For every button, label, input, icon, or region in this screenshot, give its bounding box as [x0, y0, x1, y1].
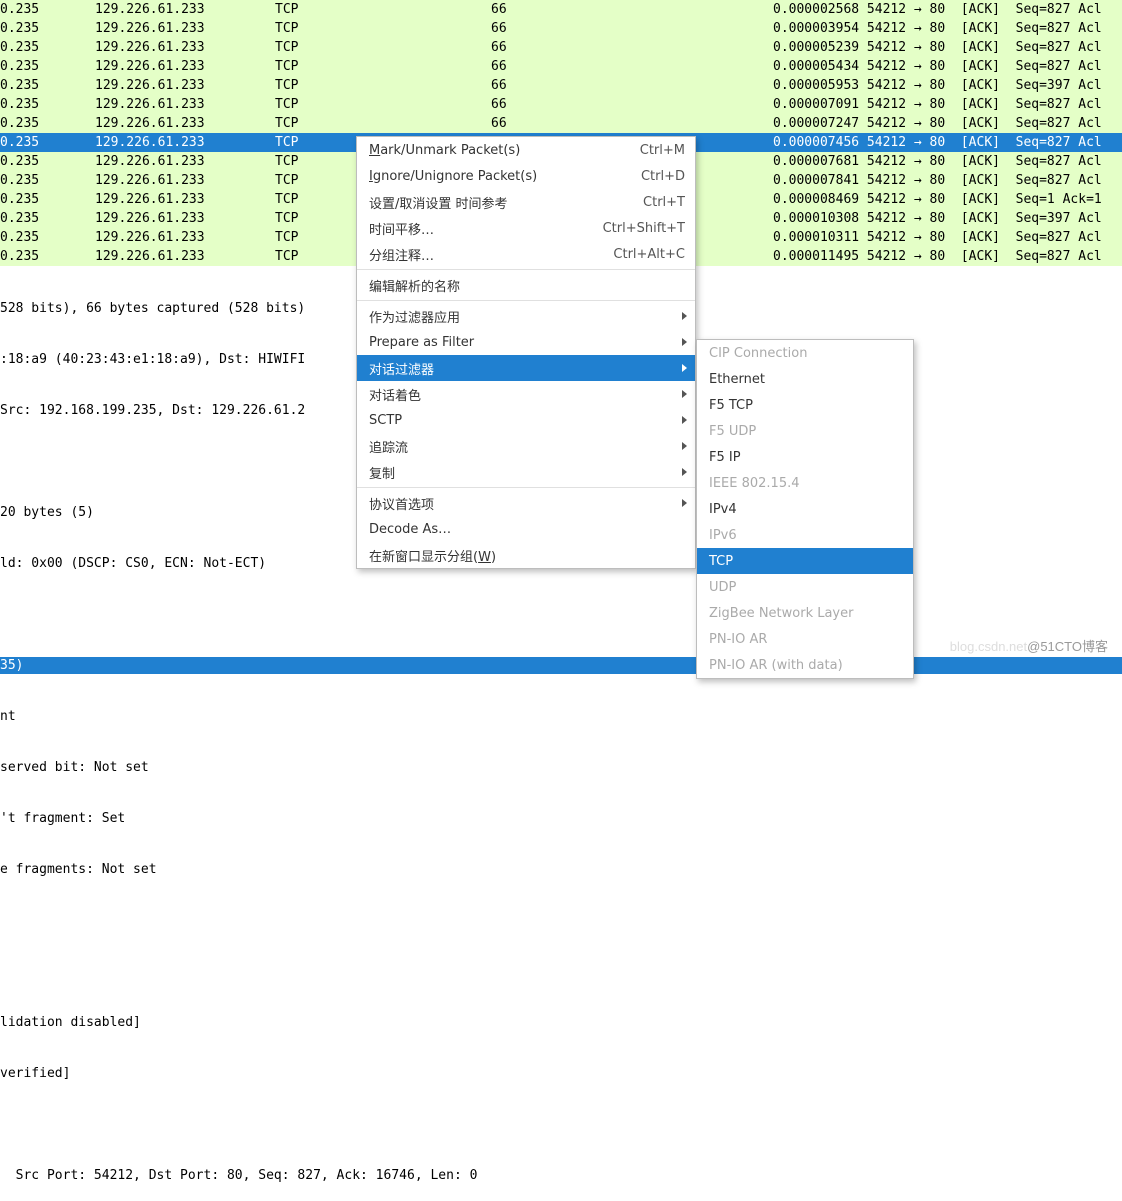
chevron-right-icon [682, 499, 687, 507]
packet-context-menu[interactable]: Mark/Unmark Packet(s)Ctrl+MIgnore/Unigno… [356, 136, 696, 569]
packet-row[interactable]: 0.235129.226.61.233TCP660.000007091 5421… [0, 95, 1122, 114]
packet-row[interactable]: 0.235129.226.61.233TCP660.000005953 5421… [0, 76, 1122, 95]
menu-item[interactable]: Mark/Unmark Packet(s)Ctrl+M [357, 137, 695, 163]
menu-item[interactable]: 追踪流 [357, 433, 695, 459]
menu-item: F5 UDP [697, 418, 913, 444]
packet-row[interactable]: 0.235129.226.61.233TCP660.000007247 5421… [0, 114, 1122, 133]
menu-item[interactable]: Decode As… [357, 516, 695, 542]
menu-item[interactable]: IPv4 [697, 496, 913, 522]
menu-separator [357, 269, 695, 270]
menu-separator [357, 300, 695, 301]
menu-item: CIP Connection [697, 340, 913, 366]
menu-item: ZigBee Network Layer [697, 600, 913, 626]
menu-item[interactable]: 作为过滤器应用 [357, 303, 695, 329]
packet-row[interactable]: 0.235129.226.61.233TCP660.000003954 5421… [0, 19, 1122, 38]
packet-row[interactable]: 0.235129.226.61.233TCP660.000002568 5421… [0, 0, 1122, 19]
menu-item[interactable]: Ethernet [697, 366, 913, 392]
menu-item[interactable]: 分组注释…Ctrl+Alt+C [357, 241, 695, 267]
menu-item[interactable]: SCTP [357, 407, 695, 433]
menu-item: IPv6 [697, 522, 913, 548]
menu-item[interactable]: F5 TCP [697, 392, 913, 418]
details-line: lidation disabled] [0, 1014, 1122, 1031]
menu-item[interactable]: TCP [697, 548, 913, 574]
menu-item[interactable]: 设置/取消设置 时间参考Ctrl+T [357, 189, 695, 215]
menu-item[interactable]: 时间平移…Ctrl+Shift+T [357, 215, 695, 241]
details-line: nt [0, 708, 1122, 725]
chevron-right-icon [682, 390, 687, 398]
details-line: served bit: Not set [0, 759, 1122, 776]
details-line: verified] [0, 1065, 1122, 1082]
menu-item[interactable]: Prepare as Filter [357, 329, 695, 355]
chevron-right-icon [682, 312, 687, 320]
menu-separator [357, 487, 695, 488]
menu-item[interactable]: 协议首选项 [357, 490, 695, 516]
menu-item: UDP [697, 574, 913, 600]
packet-row[interactable]: 0.235129.226.61.233TCP660.000005434 5421… [0, 57, 1122, 76]
menu-item[interactable]: F5 IP [697, 444, 913, 470]
chevron-right-icon [682, 468, 687, 476]
conversation-filter-submenu[interactable]: CIP ConnectionEthernetF5 TCPF5 UDPF5 IPI… [696, 339, 914, 679]
chevron-right-icon [682, 338, 687, 346]
menu-item: PN-IO AR (with data) [697, 652, 913, 678]
menu-item: PN-IO AR [697, 626, 913, 652]
menu-item[interactable]: 对话着色 [357, 381, 695, 407]
menu-item: IEEE 802.15.4 [697, 470, 913, 496]
chevron-right-icon [682, 416, 687, 424]
watermark: blog.csdn.net@51CTO博客 [950, 636, 1108, 655]
details-line: e fragments: Not set [0, 861, 1122, 878]
details-line: Src Port: 54212, Dst Port: 80, Seq: 827,… [0, 1167, 1122, 1184]
menu-item[interactable]: 对话过滤器 [357, 355, 695, 381]
details-line-selected[interactable]: 35) [0, 657, 1122, 674]
menu-item[interactable]: 在新窗口显示分组(W) [357, 542, 695, 568]
chevron-right-icon [682, 364, 687, 372]
menu-item[interactable]: 编辑解析的名称 [357, 272, 695, 298]
packet-row[interactable]: 0.235129.226.61.233TCP660.000005239 5421… [0, 38, 1122, 57]
menu-item[interactable]: Ignore/Unignore Packet(s)Ctrl+D [357, 163, 695, 189]
menu-item[interactable]: 复制 [357, 459, 695, 485]
details-line: 't fragment: Set [0, 810, 1122, 827]
chevron-right-icon [682, 442, 687, 450]
